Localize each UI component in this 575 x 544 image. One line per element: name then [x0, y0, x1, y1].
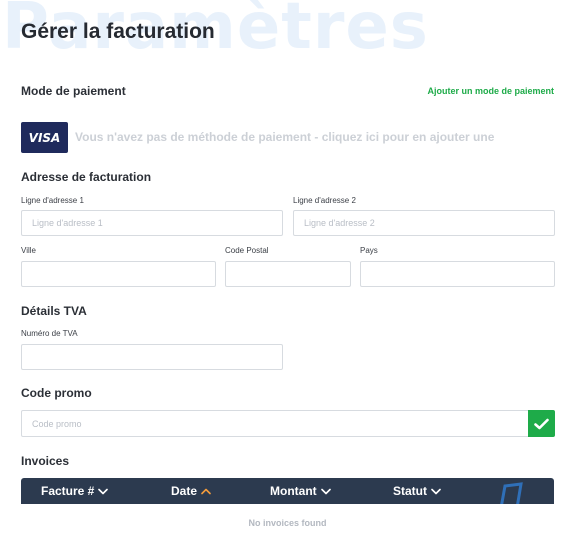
- country-input[interactable]: [360, 261, 555, 287]
- no-payment-method-prompt[interactable]: Vous n'avez pas de méthode de paiement -…: [75, 130, 494, 144]
- column-header-status[interactable]: Statut: [393, 478, 441, 504]
- invoices-section-title: Invoices: [21, 454, 70, 468]
- billing-address-section-title: Adresse de facturation: [21, 170, 152, 184]
- promo-section-title: Code promo: [21, 386, 92, 400]
- vat-section-title: Détails TVA: [21, 304, 87, 318]
- address1-input[interactable]: [21, 210, 283, 236]
- address2-input[interactable]: [293, 210, 555, 236]
- visa-card-icon: VISA: [21, 122, 68, 153]
- city-label: Ville: [21, 246, 36, 255]
- chevron-up-icon: [201, 488, 211, 494]
- decorative-shape-icon: [500, 482, 523, 504]
- vat-number-label: Numéro de TVA: [21, 329, 78, 338]
- address2-label: Ligne d'adresse 2: [293, 196, 356, 205]
- country-label: Pays: [360, 246, 378, 255]
- page-title: Gérer la facturation: [21, 20, 215, 43]
- vat-number-input[interactable]: [21, 344, 283, 370]
- postal-code-label: Code Postal: [225, 246, 269, 255]
- chevron-down-icon: [431, 488, 441, 494]
- column-header-label: Statut: [393, 484, 427, 498]
- invoices-table-header: Facture # Date Montant Statut: [21, 478, 554, 504]
- column-header-label: Date: [171, 484, 198, 498]
- column-header-amount[interactable]: Montant: [270, 478, 331, 504]
- payment-section-title: Mode de paiement: [21, 84, 126, 98]
- chevron-down-icon: [98, 488, 109, 494]
- column-header-invoice-number[interactable]: Facture #: [41, 478, 109, 504]
- postal-code-input[interactable]: [225, 261, 351, 287]
- city-input[interactable]: [21, 261, 216, 287]
- chevron-down-icon: [320, 488, 331, 494]
- column-header-label: Facture #: [41, 484, 95, 498]
- column-header-label: Montant: [270, 484, 317, 498]
- promo-code-input[interactable]: [21, 410, 529, 437]
- checkmark-icon: [534, 418, 549, 429]
- billing-settings-page: Paramètres Gérer la facturation Mode de …: [0, 0, 575, 544]
- column-header-date[interactable]: Date: [171, 478, 211, 504]
- add-payment-method-link[interactable]: Ajouter un mode de paiement: [427, 86, 554, 96]
- address1-label: Ligne d'adresse 1: [21, 196, 84, 205]
- apply-promo-button[interactable]: [528, 410, 555, 437]
- no-invoices-message: No invoices found: [248, 518, 327, 528]
